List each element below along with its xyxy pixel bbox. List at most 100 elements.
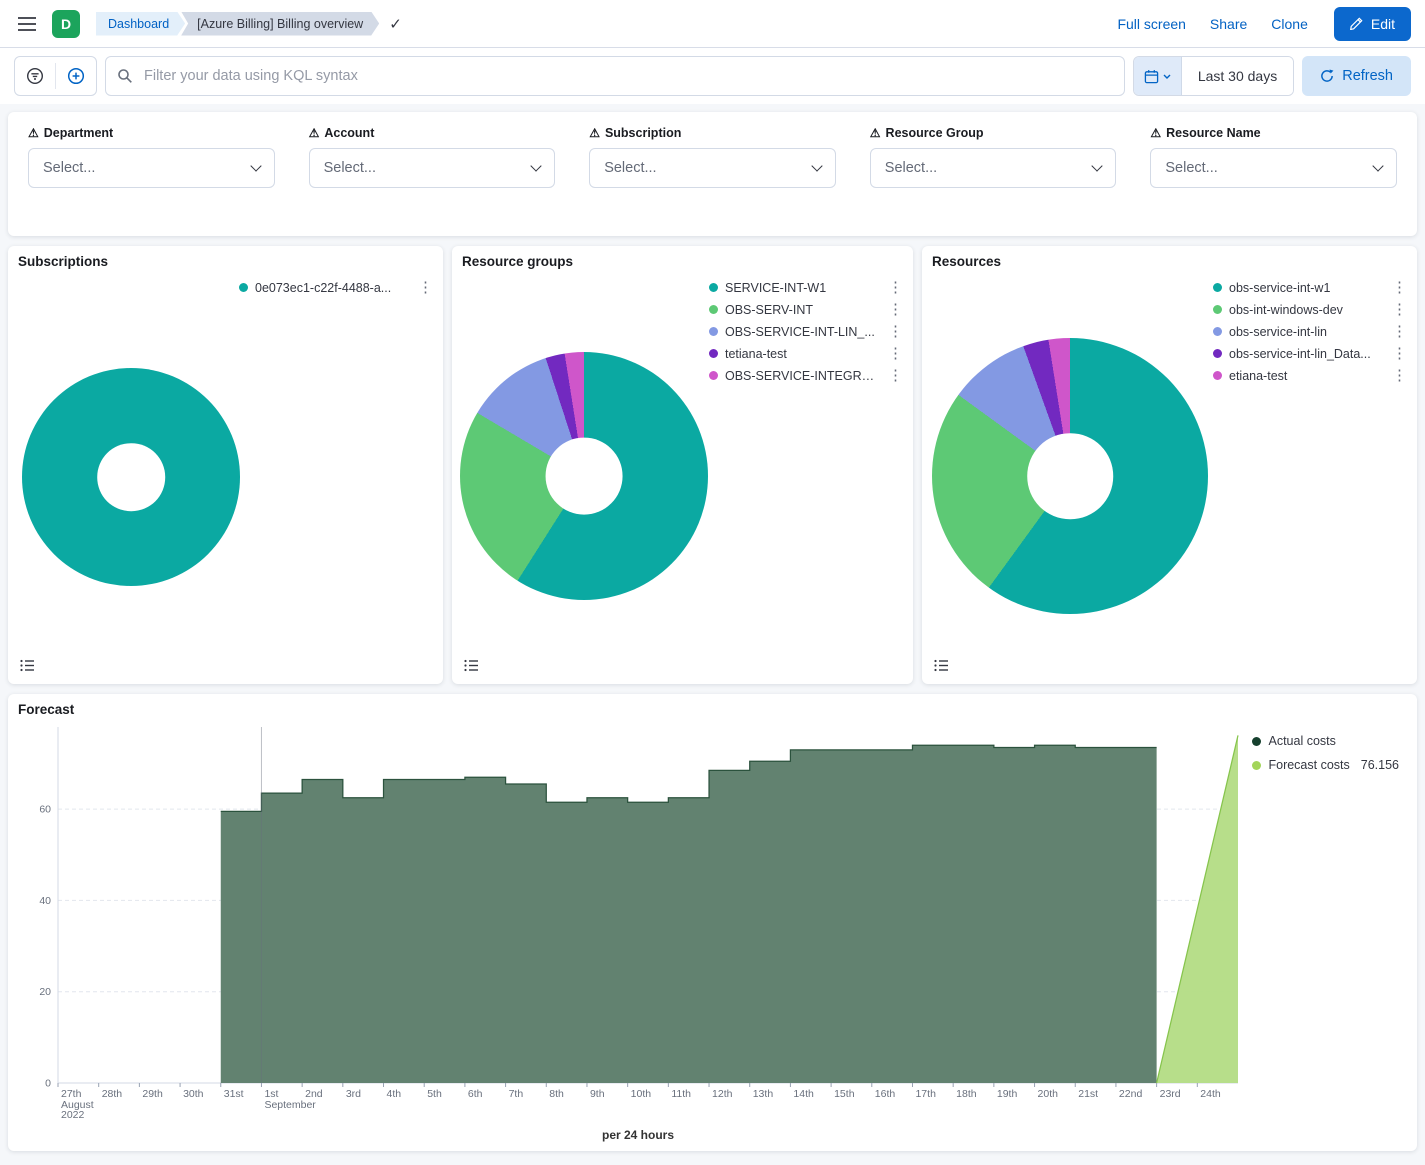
control-resource-name: ⚠Resource Name Select... xyxy=(1150,126,1397,188)
legend-item[interactable]: obs-service-int-lin⋮ xyxy=(1213,324,1409,339)
legend-item-menu-icon[interactable]: ⋮ xyxy=(886,302,905,317)
svg-text:21st: 21st xyxy=(1078,1088,1098,1100)
legend-item[interactable]: obs-service-int-lin_Data...⋮ xyxy=(1213,346,1409,361)
search-icon xyxy=(117,68,133,84)
legend-item[interactable]: OBS-SERV-INT⋮ xyxy=(709,302,905,317)
edit-button[interactable]: Edit xyxy=(1334,7,1411,41)
panel-resource-groups: Resource groups SERVICE-INT-W1⋮OBS-SERV-… xyxy=(452,246,913,684)
legend-item-menu-icon[interactable]: ⋮ xyxy=(1390,346,1409,361)
saved-query-icon xyxy=(26,67,44,85)
svg-text:28th: 28th xyxy=(102,1088,123,1100)
refresh-button[interactable]: Refresh xyxy=(1302,56,1411,96)
plus-circle-icon xyxy=(67,67,85,85)
chevron-down-icon xyxy=(531,160,542,171)
full-screen-link[interactable]: Full screen xyxy=(1117,16,1185,32)
x-axis-title: per 24 hours xyxy=(18,1128,1258,1142)
legend-item[interactable]: Actual costs xyxy=(1252,734,1399,748)
svg-text:2022: 2022 xyxy=(61,1109,85,1121)
add-filter-button[interactable] xyxy=(56,57,96,95)
svg-text:22nd: 22nd xyxy=(1119,1088,1143,1100)
legend-item[interactable]: 0e073ec1-c22f-4488-a... ⋮ xyxy=(239,280,435,295)
legend-item[interactable]: OBS-SERVICE-INT-LIN_...⋮ xyxy=(709,324,905,339)
warning-icon: ⚠ xyxy=(870,127,881,139)
legend-item[interactable]: obs-int-windows-dev ⋮ xyxy=(1213,302,1409,317)
space-avatar-letter: D xyxy=(61,16,71,32)
account-select[interactable]: Select... xyxy=(309,148,556,188)
legend-item[interactable]: tetiana-test ⋮ xyxy=(709,346,905,361)
forecast-legend: Actual costs Forecast costs76.156 xyxy=(1252,734,1399,772)
legend-toggle-button[interactable] xyxy=(16,654,38,676)
forecast-chart-svg[interactable]: 020406027th28th29th30th31st1st2nd3rd4th5… xyxy=(18,721,1258,1126)
share-link[interactable]: Share xyxy=(1210,16,1247,32)
svg-text:23rd: 23rd xyxy=(1160,1088,1181,1100)
menu-button[interactable] xyxy=(14,13,40,35)
legend-item-menu-icon[interactable]: ⋮ xyxy=(886,368,905,383)
dashboard-canvas: ⚠Department Select... ⚠Account Select...… xyxy=(0,104,1425,1159)
legend-label: 0e073ec1-c22f-4488-a... xyxy=(255,281,409,295)
resource-groups-donut-chart[interactable] xyxy=(460,352,708,600)
time-range-button[interactable]: Last 30 days xyxy=(1182,56,1293,96)
control-label: ⚠Account xyxy=(309,126,556,140)
legend-item-menu-icon[interactable]: ⋮ xyxy=(1390,280,1409,295)
chevron-down-icon xyxy=(1092,160,1103,171)
saved-query-menu-button[interactable] xyxy=(15,57,55,95)
select-placeholder: Select... xyxy=(43,160,95,176)
resources-donut-chart[interactable] xyxy=(932,338,1208,614)
clone-link[interactable]: Clone xyxy=(1271,16,1308,32)
svg-text:5th: 5th xyxy=(427,1088,442,1100)
legend-item[interactable]: etiana-test⋮ xyxy=(1213,368,1409,383)
legend-swatch-icon xyxy=(709,283,718,292)
svg-text:13th: 13th xyxy=(753,1088,774,1100)
svg-text:40: 40 xyxy=(39,895,51,907)
svg-text:0: 0 xyxy=(45,1078,51,1090)
legend-item-menu-icon[interactable]: ⋮ xyxy=(886,324,905,339)
subscription-select[interactable]: Select... xyxy=(589,148,836,188)
legend-item-menu-icon[interactable]: ⋮ xyxy=(1390,324,1409,339)
legend-item-menu-icon[interactable]: ⋮ xyxy=(1390,302,1409,317)
legend-toggle-button[interactable] xyxy=(460,654,482,676)
warning-icon: ⚠ xyxy=(28,127,39,139)
breadcrumb-current-dashboard[interactable]: [Azure Billing] Billing overview xyxy=(181,12,379,36)
resource-group-select[interactable]: Select... xyxy=(870,148,1117,188)
legend-toggle-button[interactable] xyxy=(930,654,952,676)
filter-button-group xyxy=(14,56,97,96)
legend-item[interactable]: obs-service-int-w1⋮ xyxy=(1213,280,1409,295)
control-subscription: ⚠Subscription Select... xyxy=(589,126,836,188)
warning-icon: ⚠ xyxy=(1150,127,1161,139)
legend-item[interactable]: Forecast costs76.156 xyxy=(1252,758,1399,772)
legend-item-menu-icon[interactable]: ⋮ xyxy=(886,346,905,361)
controls-panel: ⚠Department Select... ⚠Account Select...… xyxy=(8,112,1417,236)
legend-item[interactable]: OBS-SERVICE-INTEGRA...⋮ xyxy=(709,368,905,383)
pencil-icon xyxy=(1350,17,1363,30)
svg-text:19th: 19th xyxy=(997,1088,1018,1100)
check-icon[interactable]: ✓ xyxy=(389,15,402,33)
legend-swatch-icon xyxy=(1213,283,1222,292)
panel-title: Forecast xyxy=(18,702,1407,721)
legend-item[interactable]: SERVICE-INT-W1⋮ xyxy=(709,280,905,295)
chevron-down-icon xyxy=(1163,74,1171,79)
svg-text:3rd: 3rd xyxy=(346,1088,361,1100)
legend-label: obs-int-windows-dev xyxy=(1229,303,1383,317)
chevron-down-icon xyxy=(250,160,261,171)
space-avatar[interactable]: D xyxy=(52,10,80,38)
time-picker: Last 30 days xyxy=(1133,56,1294,96)
control-resource-group: ⚠Resource Group Select... xyxy=(870,126,1117,188)
legend-swatch-icon xyxy=(709,371,718,380)
control-label: ⚠Subscription xyxy=(589,126,836,140)
kql-input[interactable] xyxy=(105,56,1125,96)
resource-name-select[interactable]: Select... xyxy=(1150,148,1397,188)
pie-panels-row: Subscriptions 0e073ec1-c22f-4488-a...⋮ R… xyxy=(8,246,1417,684)
svg-text:17th: 17th xyxy=(915,1088,936,1100)
chevron-down-icon xyxy=(811,160,822,171)
legend-item-menu-icon[interactable]: ⋮ xyxy=(886,280,905,295)
svg-text:12th: 12th xyxy=(712,1088,733,1100)
legend-label: tetiana-test xyxy=(725,347,879,361)
panel-resources: Resources obs-service-int-w1⋮obs-int-win… xyxy=(922,246,1417,684)
legend-item-menu-icon[interactable]: ⋮ xyxy=(1390,368,1409,383)
edit-button-label: Edit xyxy=(1371,16,1395,32)
legend-item-menu-icon[interactable]: ⋮ xyxy=(416,280,435,295)
date-picker-button[interactable] xyxy=(1134,56,1182,96)
department-select[interactable]: Select... xyxy=(28,148,275,188)
breadcrumb-dashboard[interactable]: Dashboard xyxy=(96,12,185,36)
subscriptions-donut-chart[interactable] xyxy=(22,368,240,586)
